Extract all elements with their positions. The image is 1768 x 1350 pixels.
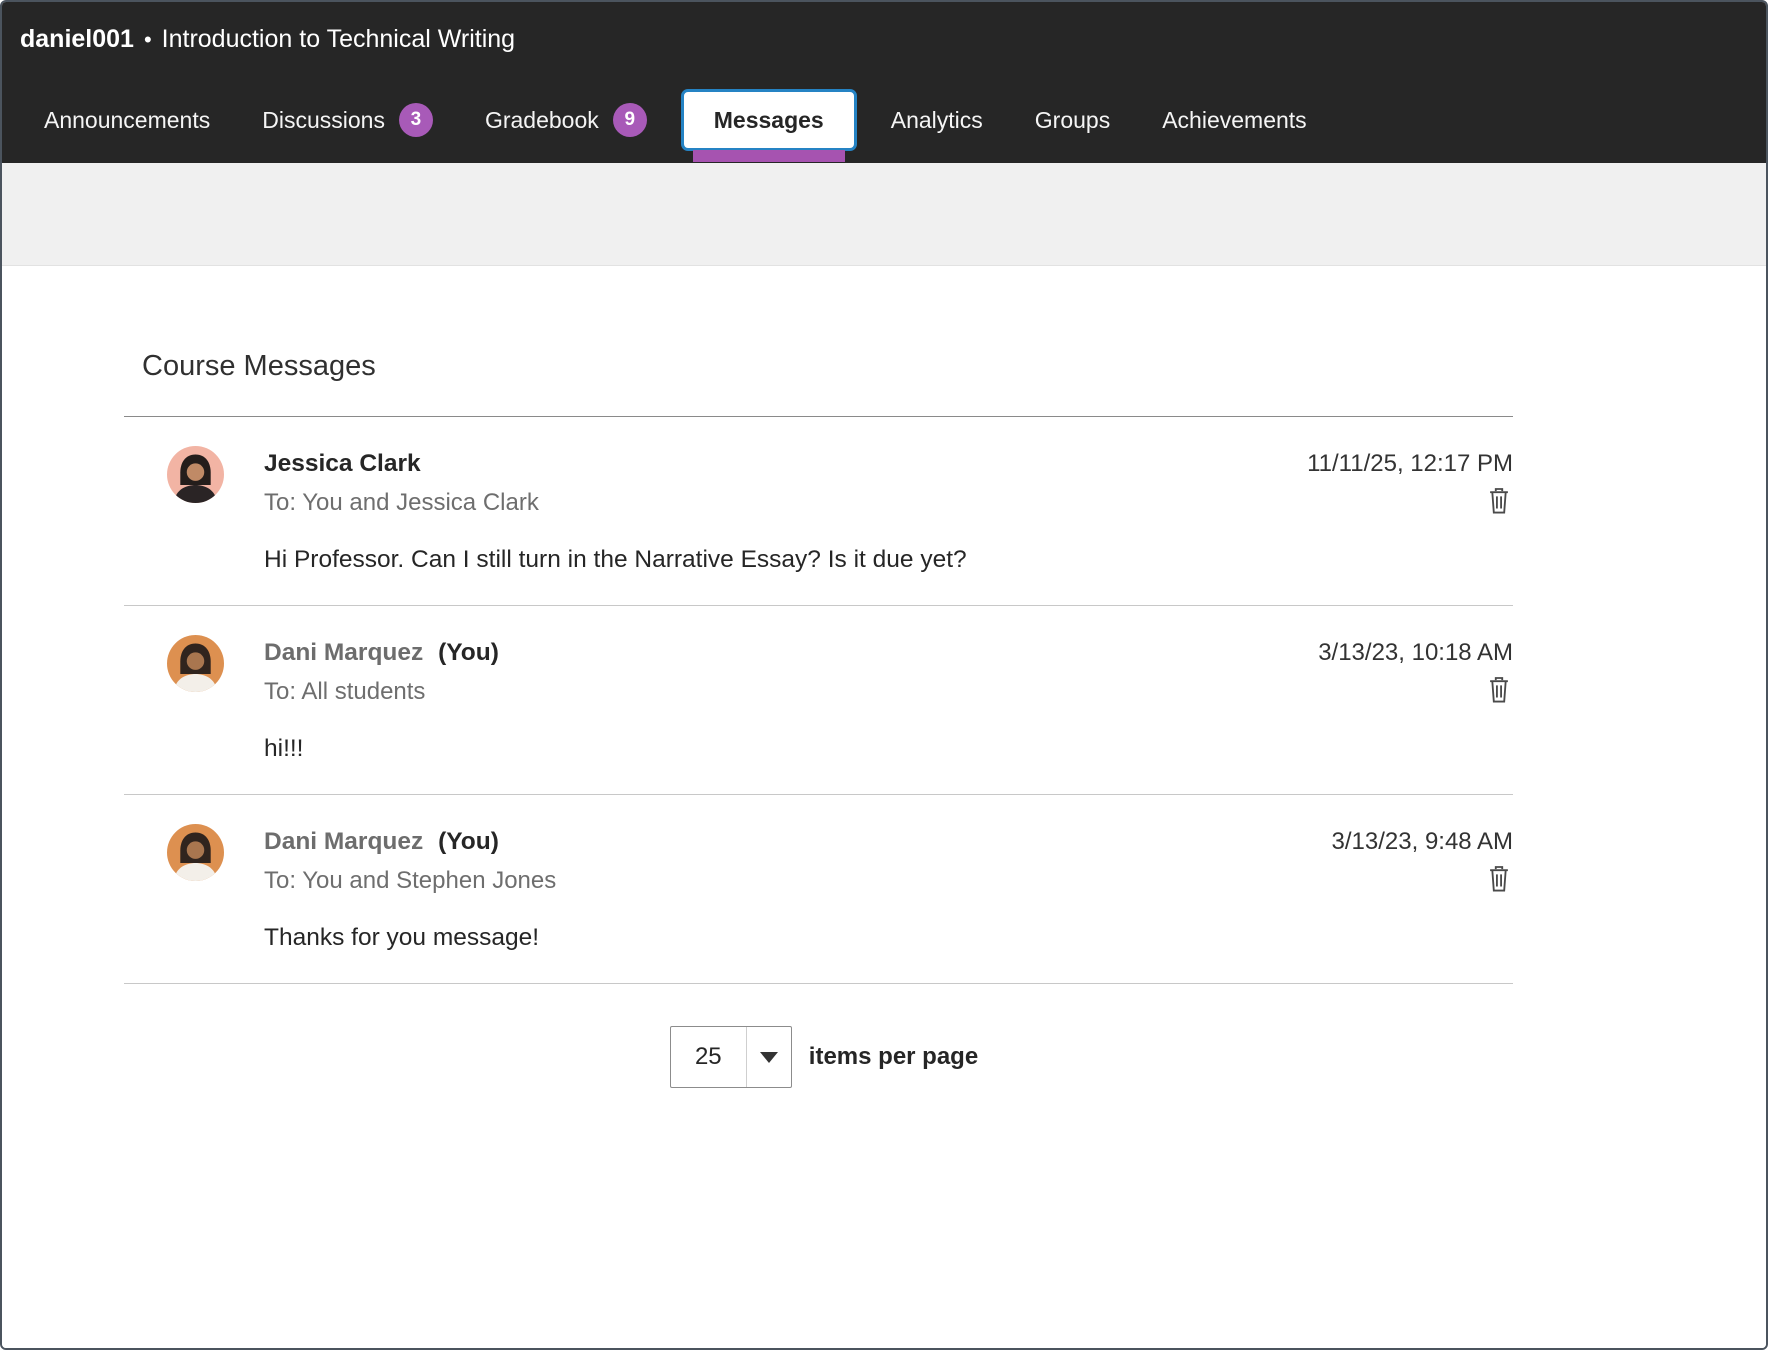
tab-messages[interactable]: Messages: [681, 89, 857, 151]
sender-name: Dani Marquez: [264, 828, 423, 855]
username: daniel001: [20, 25, 134, 54]
sender[interactable]: Dani Marquez (You): [264, 825, 499, 859]
unread-count-badge: 3: [399, 103, 433, 137]
sender-name: Jessica Clark: [264, 450, 421, 477]
message-subline: To: You and Jessica Clark: [264, 486, 1513, 520]
message-subline: To: All students: [264, 675, 1513, 709]
trash-icon: [1485, 675, 1513, 705]
message-timestamp: 11/11/25, 12:17 PM: [1307, 447, 1513, 481]
sender-name: Dani Marquez: [264, 639, 423, 666]
message-timestamp: 3/13/23, 9:48 AM: [1332, 825, 1513, 859]
message-list: Jessica Clark 11/11/25, 12:17 PM To: You…: [124, 417, 1513, 984]
course-nav: Announcements Discussions 3 Gradebook 9 Messa…: [2, 77, 1766, 163]
avatar: [167, 824, 224, 881]
person-avatar-icon: [167, 446, 224, 503]
sender[interactable]: Dani Marquez (You): [264, 636, 499, 670]
delete-message-button[interactable]: [1485, 864, 1513, 894]
pagination: 25 items per page: [2, 1026, 1706, 1088]
tab-label: Groups: [1035, 107, 1110, 134]
message-recipients: To: You and Jessica Clark: [264, 486, 539, 520]
tab-label: Achievements: [1162, 107, 1306, 134]
page-title: Course Messages: [142, 350, 1766, 383]
tab-label: Messages: [714, 107, 824, 134]
items-per-page-select[interactable]: 25: [670, 1026, 792, 1088]
message-row[interactable]: Jessica Clark 11/11/25, 12:17 PM To: You…: [124, 417, 1513, 606]
tab-label: Gradebook: [485, 107, 599, 134]
person-avatar-icon: [167, 635, 224, 692]
sender[interactable]: Jessica Clark: [264, 447, 421, 481]
tab-groups[interactable]: Groups: [1009, 77, 1136, 163]
content-panel: Course Messages Jessica Clark 11/11/25, …: [2, 266, 1766, 1348]
sender-you-suffix: (You): [438, 639, 499, 666]
message-body: Hi Professor. Can I still turn in the Na…: [264, 543, 1513, 577]
tab-label: Analytics: [891, 107, 983, 134]
tab-label: Discussions: [262, 107, 385, 134]
chevron-down-icon: [747, 1027, 791, 1087]
tab-achievements[interactable]: Achievements: [1136, 77, 1332, 163]
avatar: [167, 446, 224, 503]
delete-message-button[interactable]: [1485, 675, 1513, 705]
course-title: Introduction to Technical Writing: [162, 25, 515, 54]
message-row[interactable]: Dani Marquez (You) 3/13/23, 10:18 AM To:…: [124, 606, 1513, 795]
active-tab-underline: [693, 150, 845, 162]
trash-icon: [1485, 864, 1513, 894]
tab-analytics[interactable]: Analytics: [865, 77, 1009, 163]
message-subline: To: You and Stephen Jones: [264, 864, 1513, 898]
course-header: daniel001 • Introduction to Technical Wr…: [2, 2, 1766, 77]
message-header-line: Dani Marquez (You) 3/13/23, 9:48 AM: [264, 825, 1513, 859]
subheader-band: [2, 163, 1766, 266]
message-body: Thanks for you message!: [264, 921, 1513, 955]
trash-icon: [1485, 486, 1513, 516]
message-header-line: Jessica Clark 11/11/25, 12:17 PM: [264, 447, 1513, 481]
message-header-line: Dani Marquez (You) 3/13/23, 10:18 AM: [264, 636, 1513, 670]
message-body: hi!!!: [264, 732, 1513, 766]
unread-count-badge: 9: [613, 103, 647, 137]
message-row[interactable]: Dani Marquez (You) 3/13/23, 9:48 AM To: …: [124, 795, 1513, 984]
tab-label: Announcements: [44, 107, 210, 134]
message-timestamp: 3/13/23, 10:18 AM: [1318, 636, 1513, 670]
app-window: daniel001 • Introduction to Technical Wr…: [0, 0, 1768, 1350]
person-avatar-icon: [167, 824, 224, 881]
tab-discussions[interactable]: Discussions 3: [236, 77, 459, 163]
items-per-page-value: 25: [671, 1027, 746, 1087]
message-recipients: To: All students: [264, 675, 425, 709]
delete-message-button[interactable]: [1485, 486, 1513, 516]
separator-dot: •: [144, 27, 152, 53]
tab-gradebook[interactable]: Gradebook 9: [459, 77, 673, 163]
sender-you-suffix: (You): [438, 828, 499, 855]
tab-announcements[interactable]: Announcements: [18, 77, 236, 163]
items-per-page-label: items per page: [809, 1043, 978, 1071]
avatar: [167, 635, 224, 692]
message-recipients: To: You and Stephen Jones: [264, 864, 556, 898]
